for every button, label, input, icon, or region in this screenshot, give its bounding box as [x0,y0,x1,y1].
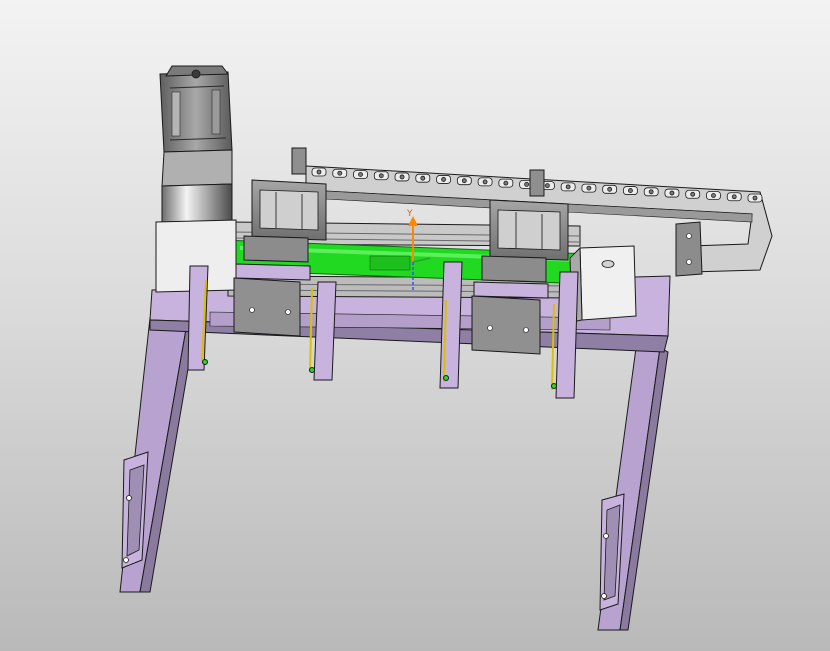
chain-link-pin [503,180,509,186]
cad-3d-viewport[interactable]: Y [0,0,830,651]
chain-link-pin [607,186,613,192]
chain-link-pin [648,189,654,195]
stepper-motor[interactable] [155,65,237,293]
chain-link-pin [669,190,675,196]
chain-link-pin [482,179,488,185]
chain-link-pin [399,174,405,180]
chain-link-pin [565,184,571,190]
chain-link-pin [690,191,696,197]
chain-link-pin [731,194,737,200]
end-bearing-block[interactable] [569,245,637,323]
chain-link-pin [752,195,758,201]
chain-link-pin [544,183,550,189]
chain-link-pin [524,181,530,187]
triad-y-label: Y [406,209,413,219]
chain-link-pin [316,169,322,175]
chain-link-pin [420,175,426,181]
assembly-model[interactable]: Y [0,0,830,651]
chain-link-pin [628,188,633,193]
chain-link-pin [711,193,716,198]
right-support-leg[interactable] [597,347,669,631]
chain-link-pin [337,170,343,176]
chain-link-pin [441,177,446,182]
chain-link-pin [358,172,363,177]
chain-link-pin [586,185,592,191]
chain-link-pin [378,173,384,179]
chain-link-pin [461,178,467,184]
left-support-leg[interactable] [119,317,197,593]
